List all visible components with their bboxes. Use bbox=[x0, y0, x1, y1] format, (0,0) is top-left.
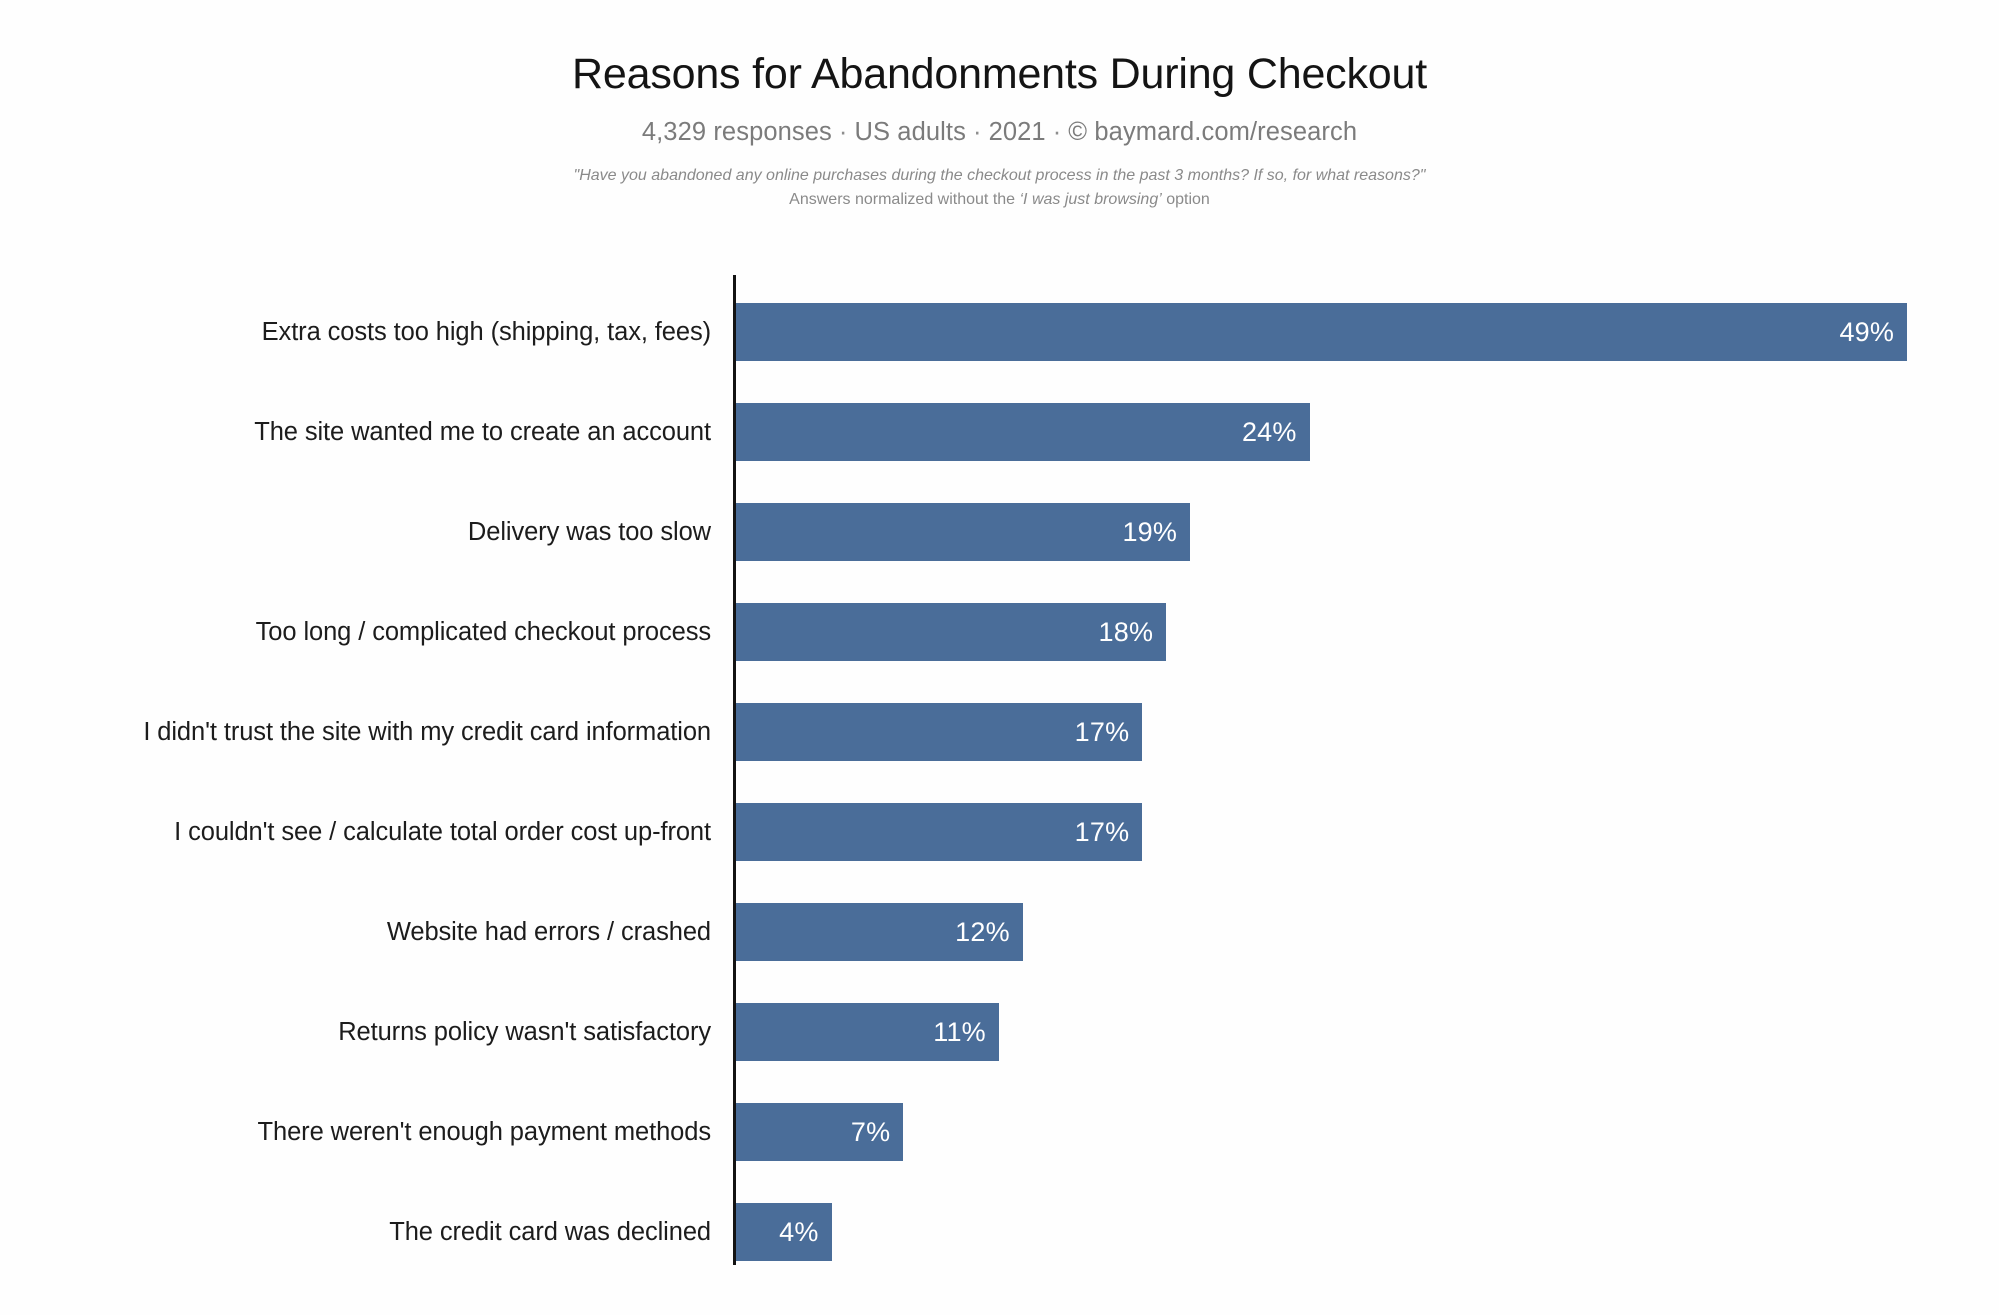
bar-row: There weren't enough payment methods 7% bbox=[0, 1103, 1999, 1161]
bar-value-label: 49% bbox=[1839, 317, 1895, 347]
bar-value-label: 4% bbox=[779, 1217, 819, 1247]
bar-row: Delivery was too slow 19% bbox=[0, 503, 1999, 561]
bar: 17% bbox=[736, 703, 1143, 761]
plot-area: Extra costs too high (shipping, tax, fee… bbox=[0, 0, 1999, 1315]
bar-value-label: 17% bbox=[1074, 717, 1130, 747]
bar-category-label: I couldn't see / calculate total order c… bbox=[174, 818, 711, 846]
bar-value-label: 17% bbox=[1074, 817, 1130, 847]
bar-category-label: Delivery was too slow bbox=[467, 518, 711, 546]
bar-value-label: 7% bbox=[850, 1117, 891, 1147]
bar-category-label: The credit card was declined bbox=[389, 1218, 711, 1246]
bar: 24% bbox=[736, 403, 1310, 461]
bar-value-label: 12% bbox=[955, 917, 1010, 947]
bar-category-label: Website had errors / crashed bbox=[386, 918, 711, 946]
bar: 11% bbox=[736, 1003, 999, 1061]
bar-row: I couldn't see / calculate total order c… bbox=[0, 803, 1999, 861]
bar-row: Returns policy wasn't satisfactory 11% bbox=[0, 1003, 1999, 1061]
bar-row: Too long / complicated checkout process 1… bbox=[0, 603, 1999, 661]
bar-category-label: Extra costs too high (shipping, tax, fee… bbox=[261, 318, 711, 346]
bar-category-label: Returns policy wasn't satisfactory bbox=[338, 1018, 711, 1046]
bar: 19% bbox=[736, 503, 1191, 561]
bar-value-label: 19% bbox=[1122, 517, 1178, 547]
bar: 17% bbox=[736, 803, 1143, 861]
bar: 7% bbox=[736, 1103, 904, 1161]
bar-value-label: 11% bbox=[933, 1017, 986, 1047]
bar: 4% bbox=[736, 1203, 832, 1261]
bar-row: Extra costs too high (shipping, tax, fee… bbox=[0, 303, 1999, 361]
bar-category-label: There weren't enough payment methods bbox=[257, 1118, 712, 1146]
bar-value-label: 24% bbox=[1241, 417, 1297, 447]
bar-row: The site wanted me to create an account 2… bbox=[0, 403, 1999, 461]
bar-row: The credit card was declined 4% bbox=[0, 1203, 1999, 1261]
bar-row: I didn't trust the site with my credit c… bbox=[0, 703, 1999, 761]
bar-value-label: 18% bbox=[1098, 617, 1154, 647]
bar-category-label: The site wanted me to create an account bbox=[254, 418, 711, 446]
bar: 18% bbox=[736, 603, 1167, 661]
bar: 49% bbox=[736, 303, 1908, 361]
bar: 12% bbox=[736, 903, 1023, 961]
bar-row: Website had errors / crashed 12% bbox=[0, 903, 1999, 961]
chart-figure: Reasons for Abandonments During Checkout… bbox=[0, 0, 1999, 1315]
bar-category-label: I didn't trust the site with my credit c… bbox=[143, 718, 711, 746]
bar-category-label: Too long / complicated checkout process bbox=[255, 618, 711, 646]
